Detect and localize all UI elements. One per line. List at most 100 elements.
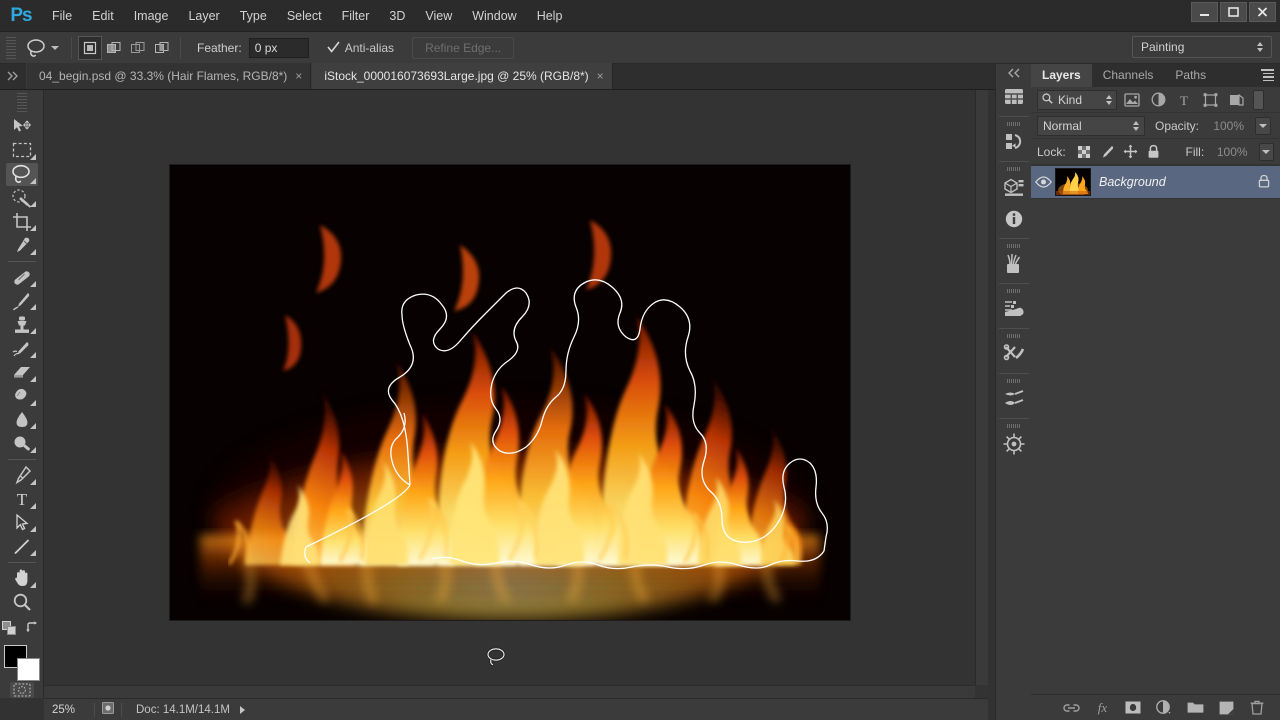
document-preview-icon[interactable] <box>101 701 115 718</box>
opacity-dropdown-icon[interactable] <box>1255 116 1272 135</box>
menu-type[interactable]: Type <box>230 0 277 32</box>
dock-tool-presets-icon[interactable] <box>999 339 1029 369</box>
opacity-input[interactable]: 100% <box>1203 116 1250 135</box>
layer-name-background[interactable]: Background <box>1099 175 1258 189</box>
dock-brush-panel-icon[interactable] <box>999 294 1029 324</box>
filter-shape-layers-icon[interactable] <box>1199 90 1221 110</box>
expand-panels-icon[interactable] <box>996 64 1032 82</box>
status-expand-icon[interactable] <box>239 705 245 714</box>
tool-path-selection[interactable] <box>6 512 38 535</box>
lock-all-icon[interactable] <box>1144 142 1163 162</box>
new-group-icon[interactable] <box>1186 699 1204 717</box>
refine-edge-button[interactable]: Refine Edge... <box>412 36 515 59</box>
new-selection-button[interactable] <box>78 35 102 60</box>
tool-type[interactable]: T <box>6 488 38 511</box>
fill-dropdown-icon[interactable] <box>1258 142 1275 161</box>
menu-filter[interactable]: Filter <box>332 0 380 32</box>
blend-mode-select[interactable]: Normal <box>1037 115 1145 136</box>
dock-group-grip[interactable] <box>1006 334 1021 338</box>
dock-navigator-icon[interactable] <box>999 429 1029 459</box>
add-to-selection-button[interactable] <box>102 35 126 60</box>
lock-position-icon[interactable] <box>1121 142 1140 162</box>
dock-info-icon[interactable] <box>999 204 1029 234</box>
tool-spot-healing-brush[interactable] <box>6 266 38 289</box>
quick-mask-toggle[interactable] <box>9 682 34 698</box>
layer-filter-kind-select[interactable]: Kind <box>1037 89 1117 110</box>
tab-layers[interactable]: Layers <box>1031 64 1092 87</box>
canvas-vertical-scrollbar[interactable] <box>975 90 988 685</box>
filter-adjustment-layers-icon[interactable] <box>1147 90 1169 110</box>
tool-zoom[interactable] <box>6 591 38 614</box>
canvas-horizontal-scrollbar[interactable] <box>44 685 975 698</box>
lock-image-pixels-icon[interactable] <box>1098 142 1117 162</box>
tool-lasso[interactable] <box>5 162 38 186</box>
close-button[interactable] <box>1249 2 1276 22</box>
link-layers-icon[interactable] <box>1062 699 1080 717</box>
close-icon[interactable]: × <box>295 70 302 82</box>
minimize-button[interactable] <box>1191 2 1218 22</box>
menu-edit[interactable]: Edit <box>82 0 124 32</box>
subtract-from-selection-button[interactable] <box>126 35 150 60</box>
menu-image[interactable]: Image <box>124 0 179 32</box>
dock-3d-panel-icon[interactable] <box>999 172 1029 202</box>
zoom-level-input[interactable]: 25% <box>44 701 90 718</box>
dock-group-grip[interactable] <box>1006 379 1021 383</box>
tool-rectangular-marquee[interactable] <box>6 139 38 162</box>
tool-hand[interactable] <box>6 567 38 590</box>
intersect-with-selection-button[interactable] <box>150 35 174 60</box>
lock-transparent-pixels-icon[interactable] <box>1075 142 1094 162</box>
menu-file[interactable]: File <box>42 0 82 32</box>
anti-alias-checkbox[interactable]: Anti-alias <box>327 41 394 55</box>
filter-type-layers-icon[interactable]: T <box>1173 90 1195 110</box>
background-color-swatch[interactable] <box>16 657 40 681</box>
workspace-selector[interactable]: Painting <box>1132 36 1272 58</box>
close-icon[interactable]: × <box>597 70 604 82</box>
layer-thumbnail-background[interactable] <box>1055 168 1091 196</box>
dock-group-grip[interactable] <box>1006 289 1021 293</box>
document-canvas[interactable] <box>170 165 850 666</box>
dock-mini-bridge-icon[interactable] <box>999 82 1029 112</box>
filter-pixel-layers-icon[interactable] <box>1121 90 1143 110</box>
active-tool-preset-picker[interactable] <box>20 35 65 61</box>
tool-history-brush[interactable] <box>6 337 38 360</box>
menu-3d[interactable]: 3D <box>379 0 415 32</box>
panel-menu-icon[interactable] <box>1261 69 1274 81</box>
tab-paths[interactable]: Paths <box>1164 64 1217 87</box>
options-bar-grip[interactable] <box>6 36 16 59</box>
default-colors-icon[interactable] <box>2 620 18 639</box>
tool-move[interactable] <box>6 115 38 138</box>
tools-panel-grip[interactable] <box>16 93 27 113</box>
tab-channels[interactable]: Channels <box>1092 64 1165 87</box>
swap-colors-icon[interactable] <box>26 621 41 638</box>
tool-line-shape[interactable] <box>6 535 38 558</box>
collapse-panel-icon[interactable] <box>0 63 26 89</box>
dock-group-grip[interactable] <box>1006 244 1021 248</box>
tool-gradient[interactable] <box>6 385 38 408</box>
layers-list-empty-area[interactable] <box>1031 199 1280 669</box>
menu-help[interactable]: Help <box>527 0 573 32</box>
tool-eyedropper[interactable] <box>6 234 38 257</box>
tool-eraser[interactable] <box>6 361 38 384</box>
maximize-button[interactable] <box>1220 2 1247 22</box>
menu-view[interactable]: View <box>415 0 462 32</box>
tool-crop[interactable] <box>6 210 38 233</box>
tool-brush[interactable] <box>6 290 38 313</box>
dock-group-grip[interactable] <box>1006 167 1021 171</box>
delete-layer-icon[interactable] <box>1248 699 1266 717</box>
filter-smart-objects-icon[interactable] <box>1225 90 1247 110</box>
add-layer-mask-icon[interactable] <box>1124 699 1142 717</box>
tool-clone-stamp[interactable] <box>6 313 38 336</box>
layer-visibility-icon[interactable] <box>1031 176 1055 188</box>
new-layer-icon[interactable] <box>1217 699 1235 717</box>
tool-quick-selection[interactable] <box>6 187 38 210</box>
new-adjustment-layer-icon[interactable] <box>1155 699 1173 717</box>
menu-window[interactable]: Window <box>462 0 526 32</box>
dock-group-grip[interactable] <box>1006 424 1021 428</box>
dock-clone-source-icon[interactable] <box>999 384 1029 414</box>
layer-row-background[interactable]: Background <box>1031 165 1280 199</box>
layer-style-fx-icon[interactable]: fx <box>1093 699 1111 717</box>
tool-blur[interactable] <box>6 409 38 432</box>
dock-group-grip[interactable] <box>1006 122 1021 126</box>
document-tab-0[interactable]: 04_begin.psd @ 33.3% (Hair Flames, RGB/8… <box>26 63 312 89</box>
canvas-area[interactable] <box>44 90 988 698</box>
